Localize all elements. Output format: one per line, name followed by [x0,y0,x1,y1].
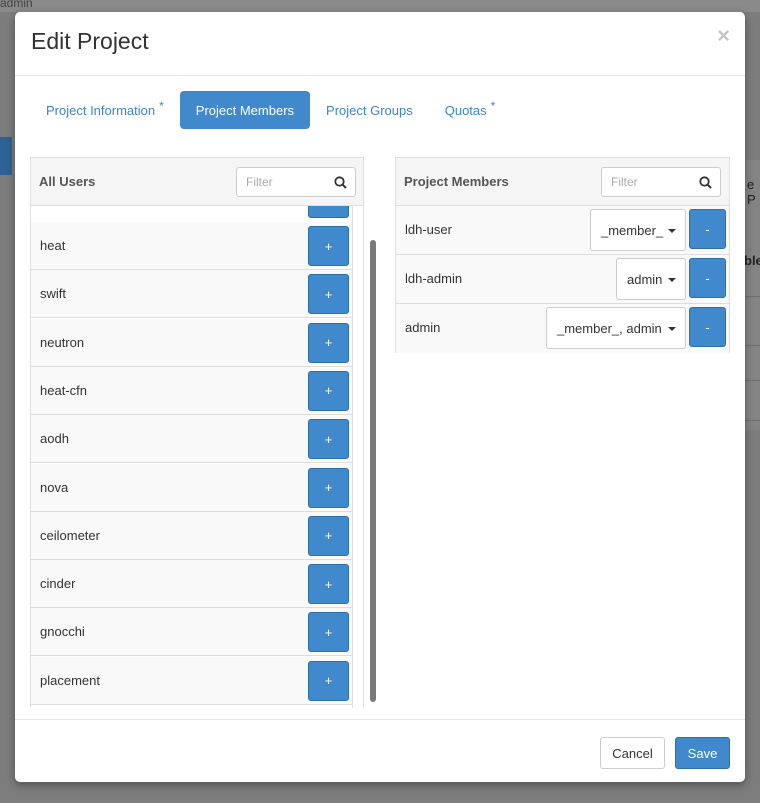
project-members-filter-input[interactable] [602,168,692,196]
member-name: ldh-admin [405,271,463,286]
users-list-scrollbar[interactable] [370,240,376,702]
tab-label: Quotas [444,102,487,118]
remove-member-button[interactable]: - [689,307,726,347]
add-user-button[interactable]: + [308,467,349,508]
tab-label: Project Information [46,102,156,118]
all-users-header: All Users [31,158,363,206]
cancel-button[interactable]: Cancel [600,737,665,769]
tab-quotas[interactable]: Quotas * [429,91,512,129]
member-row: ldh-user _member_ - [396,206,729,255]
add-user-button[interactable]: + [308,612,349,653]
background-divider [745,420,760,421]
add-user-button[interactable]: + [308,370,349,411]
user-name: heat-cfn [40,382,87,398]
role-value: admin [627,271,663,287]
background-divider [745,296,760,297]
tab-project-members[interactable]: Project Members [179,91,311,129]
user-name: swift [40,286,66,302]
background-divider [745,380,760,381]
user-name: cinder [40,576,76,592]
background-topbar-text: admin [0,0,33,10]
all-users-filter-input[interactable] [237,168,327,196]
edit-project-modal: Edit Project × Project Information * Pro… [15,12,745,782]
save-button[interactable]: Save [675,737,730,769]
user-row: swift + [31,270,352,319]
tab-project-information[interactable]: Project Information * [30,91,180,129]
tab-label: Project Members [195,102,295,118]
caret-down-icon [668,278,676,282]
role-dropdown[interactable]: _member_, admin [546,307,686,349]
background-divider [745,345,760,346]
project-members-header: Project Members [396,158,729,206]
member-name: ldh-user [405,222,452,237]
required-marker: * [490,99,496,113]
role-value: _member_, admin [557,320,662,336]
modal-header: Edit Project × [15,12,745,76]
remove-member-button[interactable]: - [689,209,726,249]
tab-project-groups[interactable]: Project Groups [310,91,429,129]
user-name: aodh [40,431,69,447]
user-name: nova [40,479,69,495]
caret-down-icon [668,229,676,233]
member-name: admin [405,320,441,335]
user-row: cinder + [31,560,352,609]
user-row: heat + [31,222,352,270]
background-topbar: admin [0,0,760,12]
add-user-button[interactable]: + [308,322,349,363]
all-users-title: All Users [39,174,96,189]
add-user-button[interactable]: + [308,274,349,315]
user-row: neutron + [31,318,352,367]
add-user-button[interactable]: + [308,564,349,605]
search-icon[interactable] [699,176,712,189]
user-name: gnocchi [40,624,85,640]
project-members-pane: Project Members ldh-user _member_ - ldh-… [395,157,730,353]
user-name: heat [40,238,66,253]
add-user-button[interactable]: + [308,419,349,460]
role-dropdown[interactable]: _member_ [590,209,686,251]
user-row: nova + [31,463,352,512]
member-row: ldh-admin admin - [396,255,729,304]
background-right-text-1: e P [747,177,756,207]
user-row: gnocchi + [31,608,352,657]
search-icon[interactable] [334,176,347,189]
tab-label: Project Groups [326,102,413,118]
required-marker: * [159,99,164,113]
project-members-title: Project Members [404,174,509,189]
add-user-button[interactable]: + [308,226,349,266]
user-name: ceilometer [40,527,100,543]
member-row: admin _member_, admin - [396,304,729,353]
role-value: _member_ [601,222,664,238]
add-user-button[interactable]: + [308,660,349,701]
user-row: placement + [31,656,352,705]
all-users-list[interactable]: heat + swift + neutron + heat-cfn + aodh + nova + ce… [31,206,353,708]
wizard-tabs: Project Information * Project Members Pr… [30,91,511,129]
caret-down-icon [668,327,676,331]
role-dropdown[interactable]: admin [616,258,686,300]
user-name: neutron [40,334,85,350]
modal-footer: Cancel Save [15,719,745,782]
background-right-text-2: ble [744,253,760,268]
add-user-button[interactable]: + [308,515,349,556]
all-users-filter [236,167,356,197]
user-row: aodh + [31,415,352,464]
user-name: placement [40,672,100,688]
close-icon[interactable]: × [717,25,730,47]
modal-title: Edit Project [31,28,149,54]
project-members-filter [601,167,721,197]
remove-member-button[interactable]: - [689,258,726,298]
add-user-button[interactable] [308,206,349,218]
user-row: ceilometer + [31,511,352,560]
user-row: heat-cfn + [31,366,352,415]
background-nav-highlight [0,137,12,175]
all-users-pane: All Users heat+swift+neutron+heat-cfn+ao… [30,157,364,708]
